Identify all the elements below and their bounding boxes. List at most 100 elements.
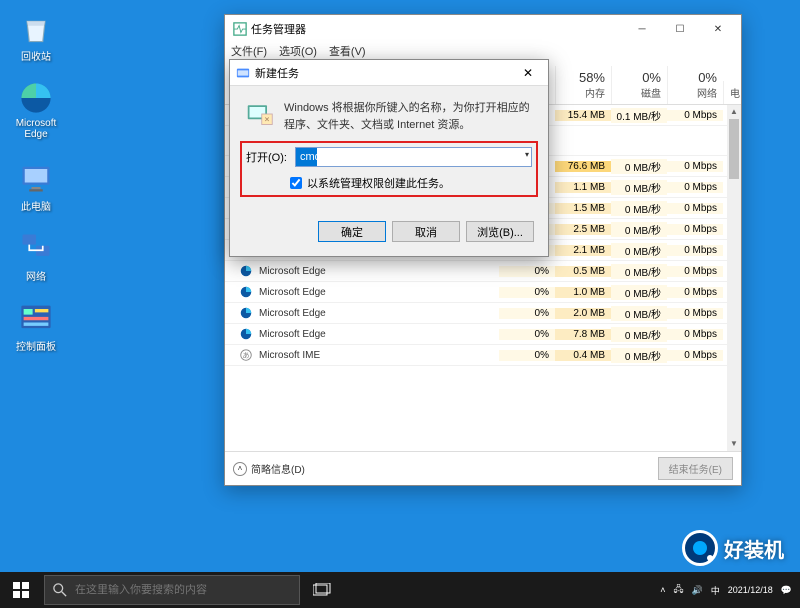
cpu-cell: 0%: [499, 287, 555, 298]
task-manager-icon: [233, 22, 247, 36]
footer: ˄ 简略信息(D) 结束任务(E): [225, 451, 741, 485]
ok-button[interactable]: 确定: [318, 221, 386, 242]
process-icon: [239, 285, 253, 299]
run-task-icon: [236, 66, 250, 80]
end-task-button[interactable]: 结束任务(E): [658, 457, 733, 480]
label: 网络: [8, 268, 64, 283]
watermark: 好装机: [682, 530, 784, 566]
open-label: 打开(O):: [246, 149, 287, 165]
disk-cell: 0 MB/秒: [611, 348, 667, 363]
close-button[interactable]: ✕: [699, 16, 737, 42]
dialog-title-bar[interactable]: 新建任务 ✕: [230, 60, 548, 86]
col-power[interactable]: 电: [723, 81, 741, 104]
network-cell: 0 Mbps: [667, 203, 723, 214]
scroll-thumb[interactable]: [729, 119, 739, 179]
tray-expand-icon[interactable]: ˄: [660, 585, 665, 595]
table-row[interactable]: Microsoft Edge0%7.8 MB0 MB/秒0 Mbps: [225, 324, 741, 345]
command-input[interactable]: [295, 147, 532, 167]
title-bar[interactable]: 任务管理器 ─ ☐ ✕: [225, 15, 741, 43]
start-button[interactable]: [0, 572, 42, 608]
label: 回收站: [8, 48, 64, 63]
tray-ime-icon[interactable]: 中: [711, 584, 720, 597]
dropdown-icon[interactable]: ▾: [525, 150, 529, 159]
browse-button[interactable]: 浏览(B)...: [466, 221, 534, 242]
tray-volume-icon[interactable]: 🔊: [692, 585, 703, 596]
disk-cell: 0 MB/秒: [611, 264, 667, 279]
desktop-edge[interactable]: Microsoft Edge: [8, 80, 64, 140]
memory-cell: 7.8 MB: [555, 329, 611, 340]
process-name: Microsoft Edge: [257, 266, 499, 277]
desktop-this-pc[interactable]: 此电脑: [8, 160, 64, 213]
taskbar-search[interactable]: [44, 575, 300, 605]
network-cell: 0 Mbps: [667, 329, 723, 340]
network-cell: 0 Mbps: [667, 308, 723, 319]
highlight-annotation: 打开(O): ▾ 以系统管理权限创建此任务。: [240, 141, 538, 197]
recycle-bin-icon: [18, 10, 54, 46]
windows-icon: [13, 582, 29, 598]
notifications-icon[interactable]: 💬: [781, 585, 792, 596]
system-tray: ˄ 🖧 🔊 中 2021/12/18 💬: [652, 582, 800, 598]
dialog-description: Windows 将根据你所键入的名称，为你打开相应的程序、文件夹、文档或 Int…: [284, 100, 532, 133]
disk-cell: 0 MB/秒: [611, 159, 667, 174]
scrollbar-vertical[interactable]: ▲ ▼: [727, 105, 741, 451]
process-icon: [239, 327, 253, 341]
disk-cell: 0 MB/秒: [611, 222, 667, 237]
col-network[interactable]: 0% 网络: [667, 66, 723, 104]
process-icon: あ: [239, 348, 253, 362]
network-cell: 0 Mbps: [667, 350, 723, 361]
desktop-network[interactable]: 网络: [8, 230, 64, 283]
desktop-control-panel[interactable]: 控制面板: [8, 300, 64, 353]
search-input[interactable]: [75, 584, 291, 596]
memory-cell: 0.4 MB: [555, 350, 611, 361]
col-memory[interactable]: 58% 内存: [555, 66, 611, 104]
process-name: Microsoft Edge: [257, 308, 499, 319]
memory-cell: 2.0 MB: [555, 308, 611, 319]
process-name: Microsoft Edge: [257, 329, 499, 340]
col-disk[interactable]: 0% 磁盘: [611, 66, 667, 104]
task-view-button[interactable]: [302, 572, 342, 608]
admin-checkbox[interactable]: [290, 177, 302, 189]
memory-cell: 2.5 MB: [555, 224, 611, 235]
cpu-cell: 0%: [499, 266, 555, 277]
pc-icon: [18, 160, 54, 196]
label: Microsoft Edge: [8, 118, 64, 140]
process-name: Microsoft IME: [257, 350, 499, 361]
tray-network-icon[interactable]: 🖧: [673, 582, 683, 598]
disk-cell: 0 MB/秒: [611, 327, 667, 342]
run-program-icon: [246, 100, 274, 128]
collapse-icon[interactable]: ˄: [233, 462, 247, 476]
scroll-down-icon[interactable]: ▼: [727, 437, 741, 451]
dialog-close-button[interactable]: ✕: [514, 66, 542, 80]
process-icon: [239, 306, 253, 320]
cpu-cell: 0%: [499, 350, 555, 361]
taskbar: ˄ 🖧 🔊 中 2021/12/18 💬: [0, 572, 800, 608]
desktop-recycle-bin[interactable]: 回收站: [8, 10, 64, 63]
network-cell: 0 Mbps: [667, 266, 723, 277]
new-task-dialog: 新建任务 ✕ Windows 将根据你所键入的名称，为你打开相应的程序、文件夹、…: [229, 59, 549, 257]
admin-checkbox-label[interactable]: 以系统管理权限创建此任务。: [307, 175, 450, 191]
cancel-button[interactable]: 取消: [392, 221, 460, 242]
command-combobox[interactable]: ▾: [295, 147, 532, 167]
watermark-icon: [682, 530, 718, 566]
maximize-button[interactable]: ☐: [661, 16, 699, 42]
fewer-details-link[interactable]: 简略信息(D): [251, 461, 305, 476]
table-row[interactable]: Microsoft Edge0%0.5 MB0 MB/秒0 Mbps: [225, 261, 741, 282]
control-panel-icon: [18, 300, 54, 336]
table-row[interactable]: Microsoft Edge0%2.0 MB0 MB/秒0 Mbps: [225, 303, 741, 324]
svg-text:あ: あ: [243, 352, 250, 360]
memory-cell: 76.6 MB: [555, 161, 611, 172]
minimize-button[interactable]: ─: [623, 16, 661, 42]
disk-cell: 0 MB/秒: [611, 243, 667, 258]
search-icon: [53, 583, 67, 597]
cpu-cell: 0%: [499, 308, 555, 319]
scroll-up-icon[interactable]: ▲: [727, 105, 741, 119]
memory-cell: 1.0 MB: [555, 287, 611, 298]
table-row[interactable]: Microsoft Edge0%1.0 MB0 MB/秒0 Mbps: [225, 282, 741, 303]
taskbar-clock[interactable]: 2021/12/18: [728, 585, 773, 596]
disk-cell: 0 MB/秒: [611, 306, 667, 321]
edge-icon: [18, 80, 54, 116]
network-cell: 0 Mbps: [667, 245, 723, 256]
label: 控制面板: [8, 338, 64, 353]
table-row[interactable]: あ Microsoft IME0%0.4 MB0 MB/秒0 Mbps: [225, 345, 741, 366]
disk-cell: 0 MB/秒: [611, 201, 667, 216]
